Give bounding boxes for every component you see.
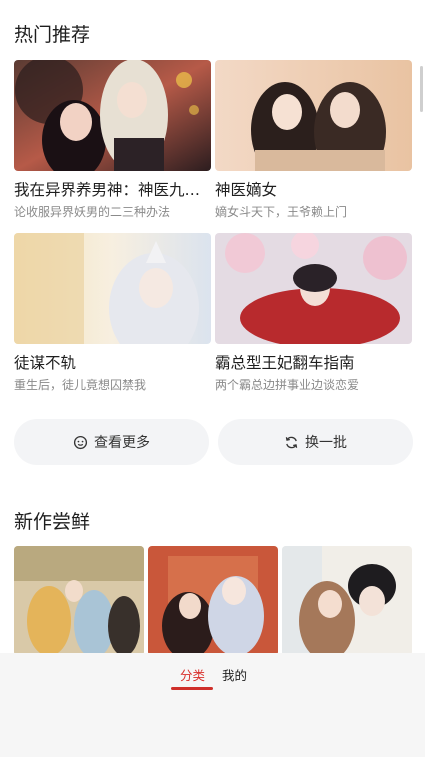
comic-cover[interactable] <box>215 233 412 344</box>
comic-card[interactable]: 徒谋不轨 重生后，徒儿竟想囚禁我 <box>14 233 211 393</box>
comic-title[interactable]: 我在异界养男神：神医九小姐 <box>14 180 211 200</box>
comic-subtitle: 嫡女斗天下，王爷赖上门 <box>215 205 348 219</box>
comic-subtitle: 论收服异界妖男的二三种办法 <box>14 205 171 219</box>
refresh-batch-label: 换一批 <box>305 435 347 451</box>
view-more-label: 查看更多 <box>94 435 150 451</box>
tab-category[interactable]: 分类 <box>180 665 205 684</box>
new-comic-cover[interactable] <box>14 546 144 656</box>
active-tab-indicator <box>171 687 213 690</box>
bottom-nav: 分类 我的 <box>0 653 425 757</box>
comic-subtitle: 重生后，徒儿竟想囚禁我 <box>14 378 147 392</box>
section-title-new: 新作尝鲜 <box>14 511 91 533</box>
new-comic-cover[interactable] <box>282 546 412 656</box>
comic-card[interactable]: 我在异界养男神：神医九小姐 论收服异界妖男的二三种办法 <box>14 60 211 220</box>
comic-title[interactable]: 霸总型王妃翻车指南 <box>215 353 412 373</box>
refresh-batch-button[interactable]: 换一批 <box>218 419 413 465</box>
refresh-icon <box>285 436 298 448</box>
comic-card[interactable]: 霸总型王妃翻车指南 两个霸总边拼事业边谈恋爱 <box>215 233 412 393</box>
comic-cover[interactable] <box>215 60 412 171</box>
view-more-button[interactable]: 查看更多 <box>14 419 209 465</box>
comic-cover[interactable] <box>14 233 211 344</box>
comic-cover[interactable] <box>14 60 211 171</box>
new-comic-cover[interactable] <box>148 546 278 656</box>
comic-title[interactable]: 徒谋不轨 <box>14 353 211 373</box>
comic-card[interactable]: 神医嫡女 嫡女斗天下，王爷赖上门 <box>215 60 412 220</box>
scrollbar-thumb[interactable] <box>420 66 423 112</box>
comic-title[interactable]: 神医嫡女 <box>215 180 412 200</box>
section-title-hot: 热门推荐 <box>14 24 91 46</box>
tab-mine[interactable]: 我的 <box>222 665 247 684</box>
smile-face-icon <box>73 435 88 449</box>
comic-subtitle: 两个霸总边拼事业边谈恋爱 <box>215 378 360 392</box>
